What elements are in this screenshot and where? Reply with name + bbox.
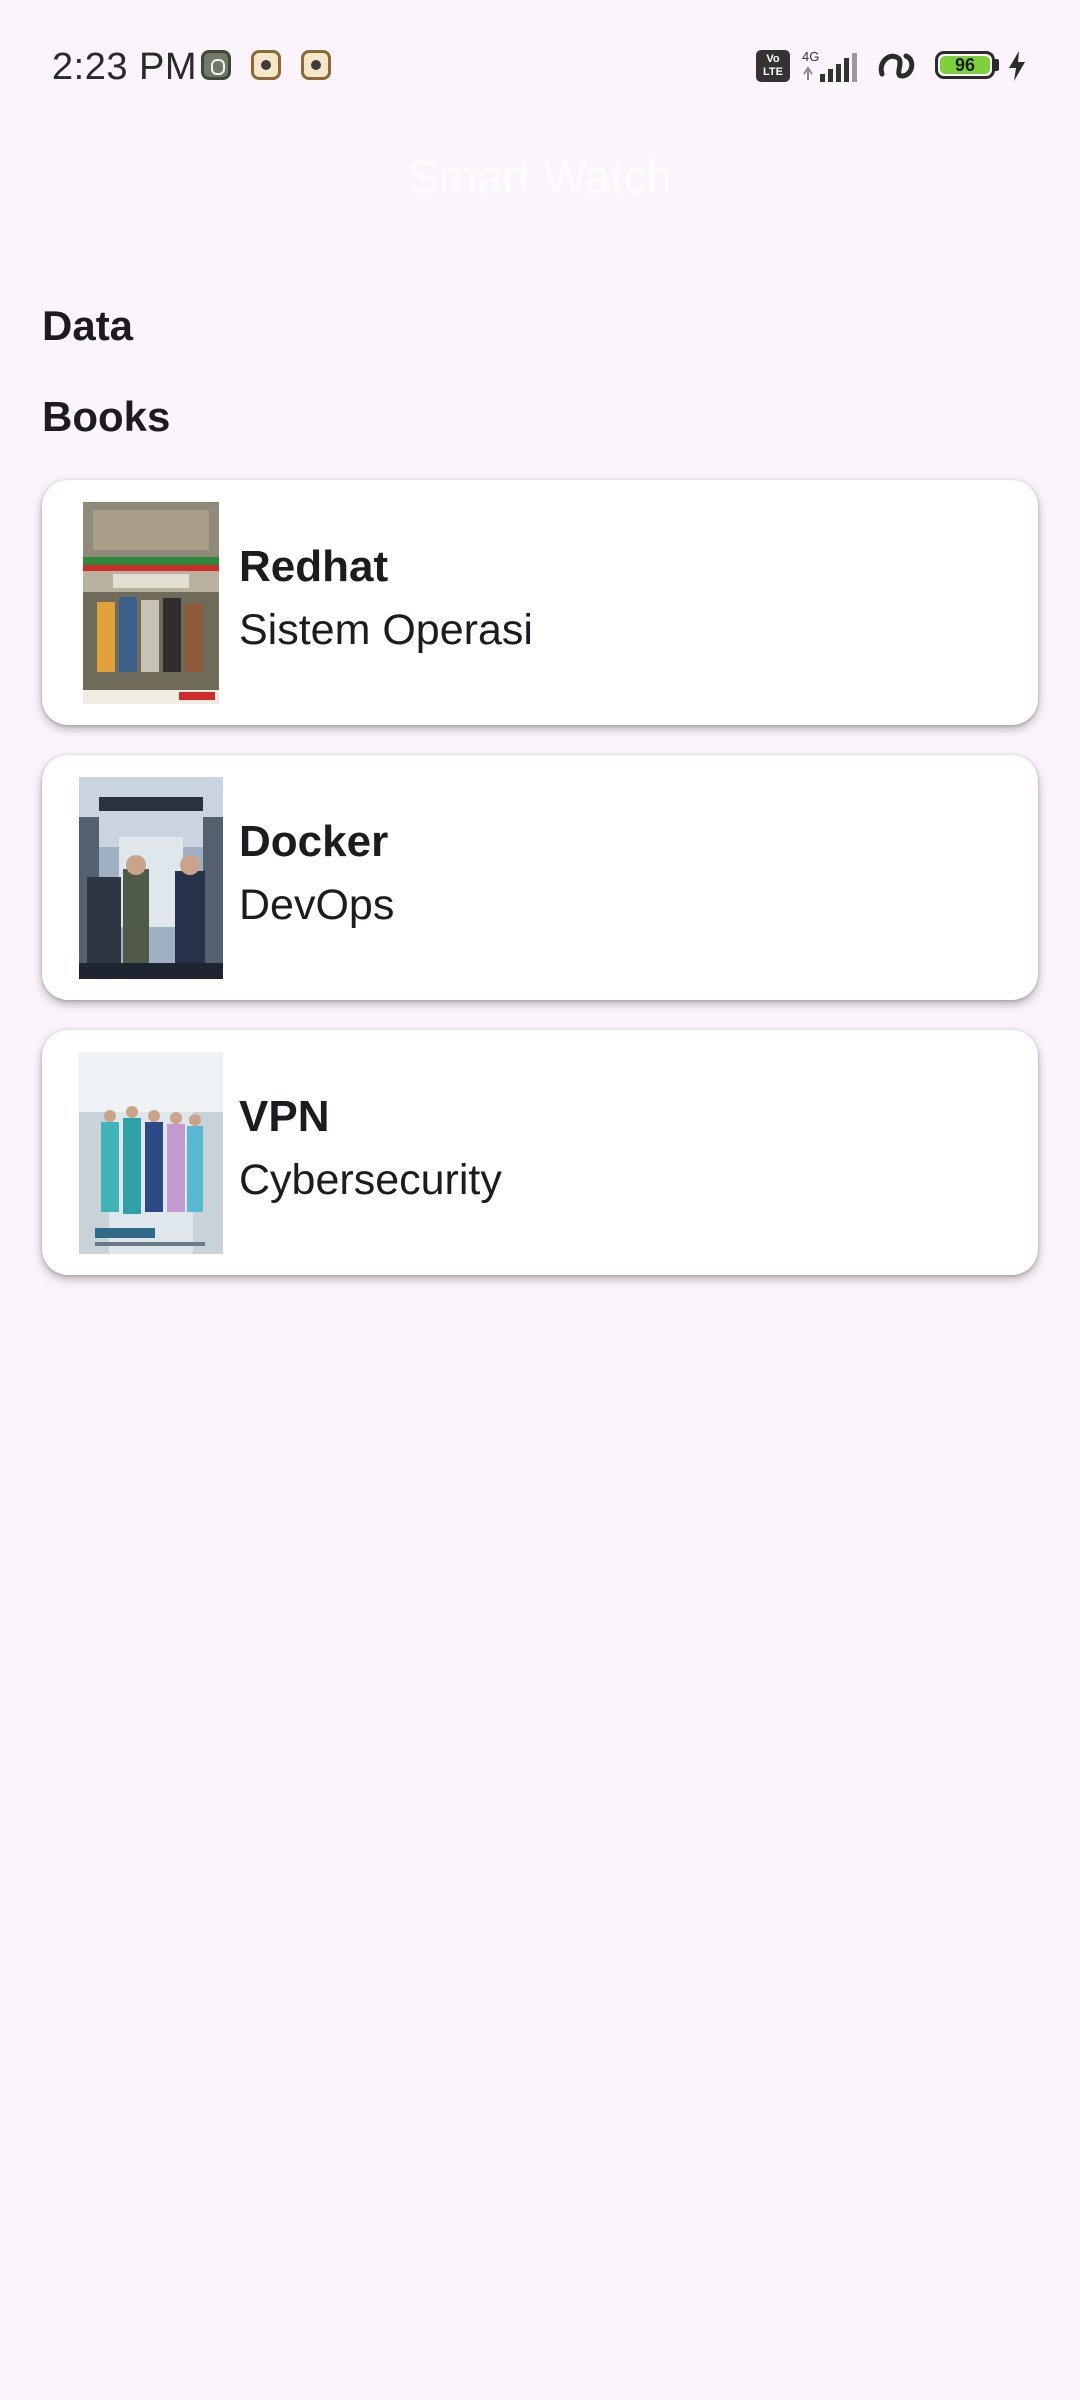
battery-level: 96 [954, 55, 976, 75]
books-heading: Books [42, 393, 171, 440]
notification-app-icon [301, 50, 331, 80]
book-title: Docker [239, 817, 389, 866]
book-category: Sistem Operasi [239, 606, 533, 654]
signal-icon: 4G [802, 50, 857, 82]
app-bar-title: Smart Watch [407, 151, 673, 203]
battery-icon: 96 [935, 51, 995, 79]
book-category: Cybersecurity [239, 1156, 502, 1204]
book-cover-image [79, 1052, 223, 1254]
book-card[interactable]: Redhat Sistem Operasi [42, 480, 1038, 725]
network-type-label: 4G [802, 50, 819, 64]
book-title: VPN [239, 1092, 330, 1141]
sync-icon [878, 53, 915, 79]
volte-icon: Vo LTE [756, 50, 790, 82]
status-time: 2:23 PM [52, 46, 198, 88]
book-cover-image [79, 777, 223, 979]
notification-app-icon [251, 50, 281, 80]
notification-app-icon [201, 50, 231, 80]
battery-nub [995, 59, 999, 71]
book-card[interactable]: VPN Cybersecurity [42, 1030, 1038, 1275]
charging-icon [1009, 51, 1025, 81]
status-bar: 2:23 PM Vo LTE 4G 96 [0, 0, 1080, 135]
book-cover-image [83, 502, 219, 704]
book-list: Redhat Sistem Operasi Docker DevOps VPN … [42, 480, 1038, 1305]
book-category: DevOps [239, 881, 395, 929]
book-title: Redhat [239, 542, 389, 591]
book-card[interactable]: Docker DevOps [42, 755, 1038, 1000]
data-heading: Data [42, 302, 134, 349]
